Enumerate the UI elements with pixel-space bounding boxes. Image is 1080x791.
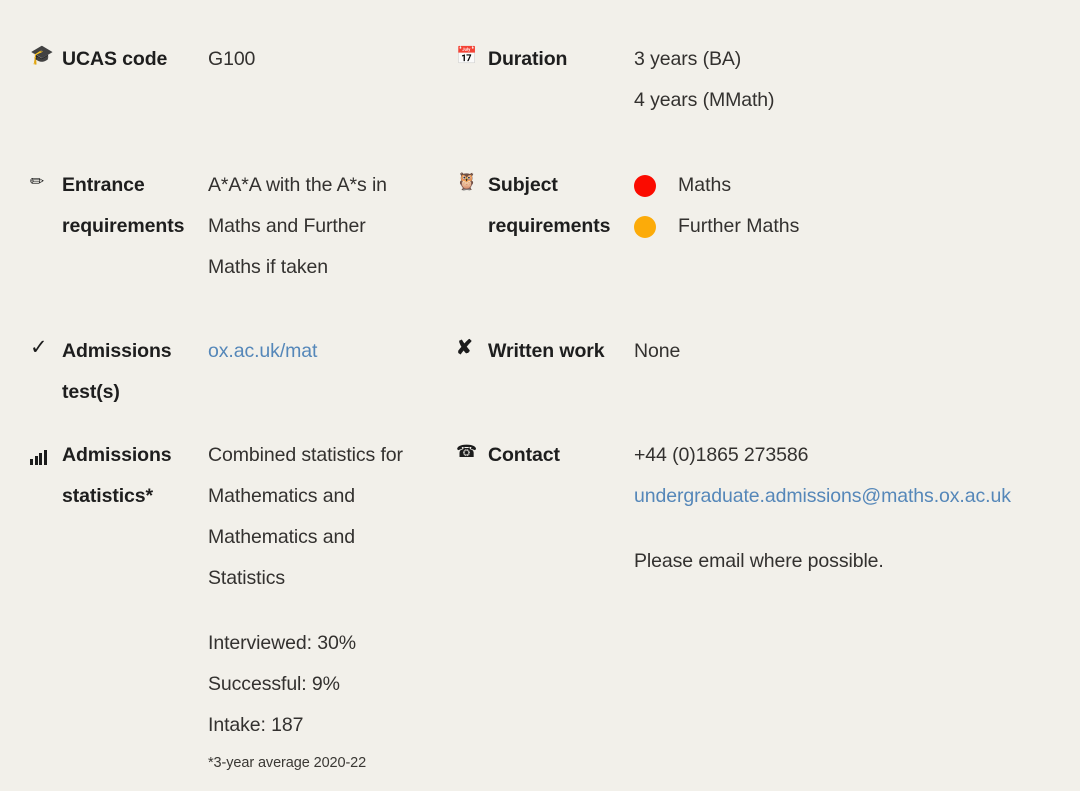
- check-mark-icon: ✓: [30, 336, 48, 359]
- owl-icon: 🦉: [456, 172, 478, 191]
- entrance-requirements-value: A*A*A with the A*s in Maths and Further …: [208, 165, 387, 288]
- red-dot-icon: [634, 174, 656, 197]
- contact-value: +44 (0)1865 273586 undergraduate.admissi…: [634, 435, 1011, 582]
- admissions-statistics-line-2: Mathematics and: [208, 485, 355, 507]
- contact-email-link[interactable]: undergraduate.admissions@maths.ox.ac.uk: [634, 476, 1011, 517]
- fact-duration: 📅 Duration 3 years (BA) 4 years (MMath): [456, 39, 775, 121]
- contact-spacer: [634, 517, 1011, 541]
- admissions-statistics-label-line-1: Admissions: [62, 444, 172, 466]
- admissions-tests-label-line-2: test(s): [62, 381, 120, 403]
- bar-chart-icon: [30, 435, 62, 473]
- pencil-icon: ✏: [30, 172, 45, 191]
- telephone-icon: ☎: [456, 442, 478, 461]
- bar-chart-icon-shape: [30, 450, 48, 466]
- entrance-requirements-label-line-2: requirements: [62, 215, 185, 237]
- entrance-requirements-label: Entrance requirements: [62, 165, 208, 247]
- fact-admissions-tests: ✓ Admissions test(s) ox.ac.uk/mat: [30, 331, 317, 413]
- course-facts-panel: 🎓 UCAS code G100 📅 Duration 3 years (BA)…: [0, 0, 1080, 791]
- contact-label: Contact: [488, 444, 560, 466]
- duration-line-1: 3 years (BA): [634, 48, 742, 70]
- admissions-statistics-footnote: *3-year average 2020-22: [208, 755, 367, 771]
- admissions-tests-label: Admissions test(s): [62, 331, 208, 413]
- subject-requirement-item: Maths: [634, 165, 799, 206]
- fact-ucas-code: 🎓 UCAS code G100: [30, 39, 255, 80]
- admissions-statistics-line-3: Mathematics and: [208, 526, 355, 548]
- ucas-code-value: G100: [208, 48, 256, 70]
- subject-requirement-label: Further Maths: [678, 215, 800, 237]
- duration-line-2: 4 years (MMath): [634, 89, 775, 111]
- calendar-icon: 📅: [456, 46, 478, 65]
- contact-note: Please email where possible.: [634, 550, 884, 572]
- admissions-statistics-label: Admissions statistics*: [62, 435, 208, 517]
- admissions-tests-value: ox.ac.uk/mat: [208, 331, 317, 372]
- duration-value: 3 years (BA) 4 years (MMath): [634, 39, 775, 121]
- written-work-value: None: [634, 340, 681, 362]
- entrance-requirements-label-line-1: Entrance: [62, 174, 145, 196]
- fact-subject-requirements: 🦉 Subject requirements Maths Further Mat…: [456, 165, 799, 247]
- admissions-tests-label-line-1: Admissions: [62, 340, 172, 362]
- subject-requirement-label: Maths: [678, 174, 732, 196]
- cross-mark-icon: ✘: [456, 337, 473, 359]
- subject-requirements-label-line-2: requirements: [488, 215, 611, 237]
- entrance-requirements-line-1: A*A*A with the A*s in: [208, 174, 387, 196]
- written-work-label: Written work: [488, 340, 605, 362]
- fact-written-work: ✘ Written work None: [456, 331, 680, 372]
- admissions-statistics-line-4: Statistics: [208, 567, 286, 589]
- duration-label: Duration: [488, 48, 568, 70]
- stat-intake: Intake: 187: [208, 714, 304, 736]
- fact-contact: ☎ Contact +44 (0)1865 273586 undergradua…: [456, 435, 1011, 582]
- contact-phone: +44 (0)1865 273586: [634, 444, 809, 466]
- fact-entrance-requirements: ✏ Entrance requirements A*A*A with the A…: [30, 165, 387, 288]
- admissions-statistics-line-1: Combined statistics for: [208, 444, 403, 466]
- stat-interviewed: Interviewed: 30%: [208, 632, 356, 654]
- entrance-requirements-line-2: Maths and Further: [208, 215, 366, 237]
- entrance-requirements-line-3: Maths if taken: [208, 256, 328, 278]
- graduation-cap-icon: 🎓: [30, 45, 54, 66]
- admissions-statistics-value: Combined statistics for Mathematics and …: [208, 435, 403, 776]
- subject-requirements-label: Subject requirements: [488, 165, 634, 247]
- admissions-statistics-label-line-2: statistics*: [62, 485, 154, 507]
- fact-admissions-statistics: Admissions statistics* Combined statisti…: [30, 435, 403, 776]
- ucas-code-label: UCAS code: [62, 48, 168, 70]
- subject-requirement-item: Further Maths: [634, 206, 799, 247]
- subject-requirements-list: Maths Further Maths: [634, 165, 799, 247]
- statistics-spacer: [208, 599, 403, 623]
- subject-requirements-label-line-1: Subject: [488, 174, 558, 196]
- admissions-test-link[interactable]: ox.ac.uk/mat: [208, 331, 317, 372]
- stat-successful: Successful: 9%: [208, 673, 340, 695]
- orange-dot-icon: [634, 215, 656, 238]
